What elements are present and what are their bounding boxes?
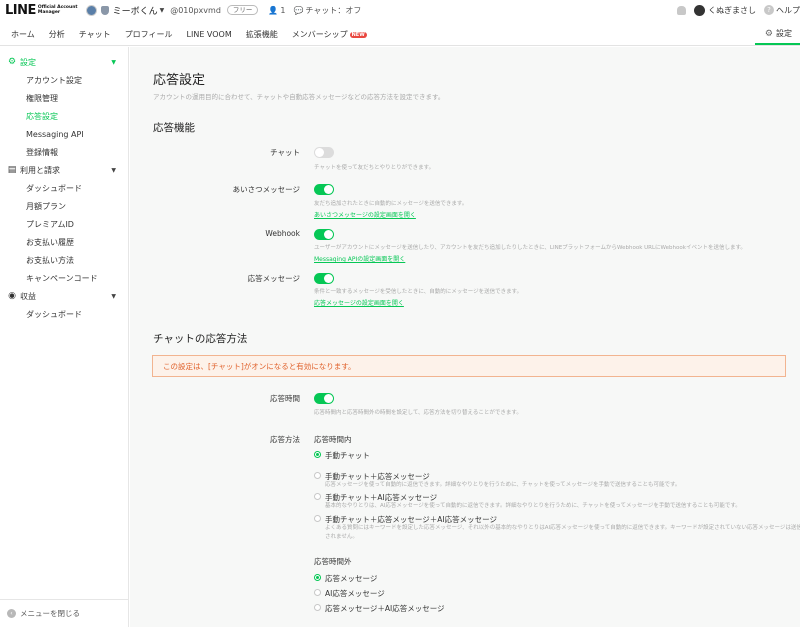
- sidebar-item-account-settings[interactable]: アカウント設定: [0, 71, 128, 89]
- response-hours-desc: 応答時間内と応答時間外の時間を設定して、応答方法を切り替えることができます。: [314, 410, 522, 416]
- label-within-hours: 応答時間内: [314, 435, 352, 444]
- radio-manual-chat[interactable]: [314, 451, 321, 458]
- sidebar-item-registration-info[interactable]: 登録情報: [0, 143, 128, 161]
- logo-sub-text: Official Account Manager: [37, 5, 78, 15]
- account-switcher[interactable]: ミーボくん ▼: [85, 4, 165, 17]
- feature-label-webhook: Webhook: [265, 229, 300, 238]
- sidebar-item-campaign-code[interactable]: キャンペーンコード: [0, 269, 128, 287]
- feature-label-auto-reply: 応答メッセージ: [247, 274, 300, 283]
- section-title-features: 応答機能: [153, 122, 195, 134]
- friends-count: 👤 1: [268, 5, 286, 15]
- sidebar-item-premium-id[interactable]: プレミアムID: [0, 215, 128, 233]
- sidebar-item-permissions[interactable]: 権限管理: [0, 89, 128, 107]
- radio-desc-manual-chat-auto-ai-reply: よくある質問にはキーワードを設定した応答メッセージ、それ以外の基本的なやりとりは…: [325, 525, 800, 540]
- label-outside-hours: 応答時間外: [314, 557, 352, 566]
- sidebar-section-billing[interactable]: ▤ 利用と請求 ▼: [0, 161, 128, 179]
- radio-manual-chat-ai-reply[interactable]: [314, 493, 321, 500]
- feature-desc-chat: チャットを使って友だちとやりとりができます。: [314, 165, 435, 171]
- sidebar-item-monthly-plan[interactable]: 月額プラン: [0, 197, 128, 215]
- tab-home[interactable]: ホーム: [0, 24, 42, 45]
- label-response-method: 応答方法: [270, 435, 300, 444]
- person-icon: 👤: [268, 5, 279, 15]
- notice-banner: この設定は、[チャット]がオンになると有効になります。: [152, 355, 786, 377]
- account-id: @010pxvmd: [170, 5, 221, 15]
- chat-bubble-icon: 💬: [293, 5, 304, 15]
- main-nav: ホーム 分析 チャット プロフィール LINE VOOM 拡張機能 メンバーシッ…: [0, 24, 800, 46]
- toggle-response-hours[interactable]: [314, 393, 334, 404]
- logo-line-text: LINE: [5, 2, 36, 18]
- radio-desc-manual-chat-auto-reply: 応答メッセージを使って自動的に返信できます。詳細なやりとりを行うために、チャット…: [325, 482, 681, 488]
- sidebar-section-revenue[interactable]: ◉ 収益 ▼: [0, 287, 128, 305]
- receipt-icon: ▤: [7, 165, 17, 175]
- radio-manual-chat-auto-reply[interactable]: [314, 472, 321, 479]
- sidebar-item-revenue-dashboard[interactable]: ダッシュボード: [0, 305, 128, 323]
- caret-down-icon: ▼: [111, 166, 116, 174]
- help-icon[interactable]: ?: [764, 5, 774, 15]
- close-menu-button[interactable]: ‹ メニューを閉じる: [0, 599, 128, 627]
- chat-status[interactable]: 💬 チャット：オフ: [293, 5, 361, 16]
- radio-manual-chat-auto-ai-reply[interactable]: [314, 515, 321, 522]
- radio-outside-auto-ai-reply[interactable]: [314, 604, 321, 611]
- toggle-auto-reply[interactable]: [314, 273, 334, 284]
- sidebar-item-billing-dashboard[interactable]: ダッシュボード: [0, 179, 128, 197]
- radio-label-outside-auto-reply[interactable]: 応答メッセージ: [325, 573, 377, 584]
- gear-icon: ⚙: [7, 57, 17, 67]
- tab-chat[interactable]: チャット: [72, 24, 118, 45]
- account-name: ミーボくん: [112, 6, 158, 17]
- line-oa-manager-logo[interactable]: LINE Official Account Manager: [5, 3, 78, 18]
- page-title: 応答設定: [153, 73, 206, 88]
- feature-label-chat: チャット: [270, 148, 300, 157]
- toggle-webhook[interactable]: [314, 229, 334, 240]
- feature-desc-auto-reply: 条件と一致するメッセージを受信したときに、自動的にメッセージを送信できます。: [314, 289, 523, 295]
- feature-desc-webhook: ユーザーがアカウントにメッセージを送信したり、アカウントを友だち追加したりしたと…: [314, 245, 746, 251]
- main-content: 応答設定 アカウントの運用目的に合わせて、チャットや自動応答メッセージなどの応答…: [130, 47, 800, 627]
- sidebar-item-payment-method[interactable]: お支払い方法: [0, 251, 128, 269]
- tab-settings-label: 設定: [776, 29, 792, 38]
- bell-icon[interactable]: [677, 5, 687, 15]
- help-link[interactable]: ヘルプ: [776, 5, 800, 16]
- sidebar-item-payment-history[interactable]: お支払い履歴: [0, 233, 128, 251]
- section-title-chat-method: チャットの応答方法: [153, 333, 248, 345]
- label-response-hours: 応答時間: [270, 394, 300, 403]
- tab-line-voom[interactable]: LINE VOOM: [180, 24, 239, 45]
- new-badge: NEW: [349, 31, 367, 38]
- link-auto-reply-settings[interactable]: 応答メッセージの設定画面を開く: [314, 298, 404, 307]
- coin-icon: ◉: [8, 291, 16, 301]
- sidebar-item-response-settings[interactable]: 応答設定: [0, 107, 128, 125]
- sidebar: ⚙ 設定 ▼ アカウント設定 権限管理 応答設定 Messaging API 登…: [0, 47, 129, 627]
- radio-desc-manual-chat-ai-reply: 基本的なやりとりは、AI応答メッセージを使って自動的に返信できます。詳細なやりと…: [325, 503, 741, 509]
- tab-membership-label: メンバーシップ: [291, 30, 348, 39]
- chevron-down-icon: ▼: [159, 6, 165, 14]
- radio-label-outside-ai-reply[interactable]: AI応答メッセージ: [325, 588, 385, 599]
- tab-extensions[interactable]: 拡張機能: [239, 24, 285, 45]
- user-avatar[interactable]: [694, 4, 706, 16]
- account-avatar: [85, 4, 97, 16]
- shield-icon: [100, 5, 109, 15]
- caret-down-icon: ▼: [111, 292, 116, 300]
- toggle-greeting[interactable]: [314, 184, 334, 195]
- top-bar: LINE Official Account Manager ミーボくん ▼ @0…: [0, 0, 800, 20]
- radio-outside-ai-reply[interactable]: [314, 589, 321, 596]
- chevron-left-icon: ‹: [7, 609, 16, 618]
- tab-settings[interactable]: ⚙ 設定: [754, 24, 800, 45]
- plan-badge: フリー: [226, 5, 259, 15]
- gear-icon: ⚙: [764, 28, 773, 39]
- link-greeting-settings[interactable]: あいさつメッセージの設定画面を開く: [314, 210, 416, 219]
- feature-desc-greeting: 友だち追加されたときに自動的にメッセージを送信できます。: [314, 201, 468, 207]
- toggle-chat[interactable]: [314, 147, 334, 158]
- tab-analytics[interactable]: 分析: [42, 24, 72, 45]
- radio-label-manual-chat[interactable]: 手動チャット: [325, 450, 370, 461]
- user-name[interactable]: くぬぎまさし: [708, 5, 756, 16]
- radio-outside-auto-reply[interactable]: [314, 574, 321, 581]
- sidebar-section-settings[interactable]: ⚙ 設定 ▼: [0, 53, 128, 71]
- top-right-controls: くぬぎまさし ? ヘルプ: [677, 4, 800, 16]
- feature-label-greeting: あいさつメッセージ: [232, 185, 300, 194]
- tab-profile[interactable]: プロフィール: [118, 24, 180, 45]
- caret-down-icon: ▼: [111, 58, 116, 66]
- page-description: アカウントの運用目的に合わせて、チャットや自動応答メッセージなどの応答方法を設定…: [153, 93, 445, 101]
- sidebar-item-messaging-api[interactable]: Messaging API: [0, 125, 128, 143]
- tab-membership[interactable]: メンバーシップ NEW: [285, 24, 374, 45]
- radio-label-outside-auto-ai-reply[interactable]: 応答メッセージ＋AI応答メッセージ: [325, 603, 445, 614]
- link-messaging-api-settings[interactable]: Messaging APIの設定画面を開く: [314, 254, 405, 263]
